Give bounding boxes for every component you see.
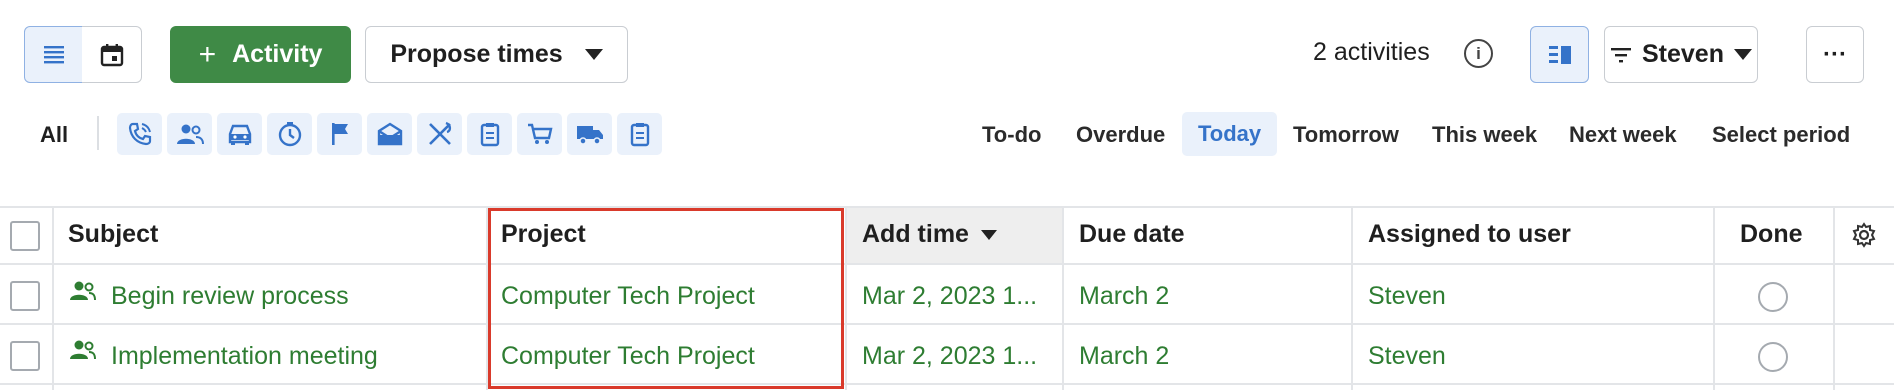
add-activity-button[interactable]: + Activity xyxy=(170,26,351,83)
period-todo[interactable]: To-do xyxy=(982,122,1041,148)
project-column-highlight xyxy=(488,208,844,389)
deadline-icon[interactable] xyxy=(267,113,312,155)
list-icon xyxy=(43,45,64,63)
propose-times-button[interactable]: Propose times xyxy=(365,26,628,83)
columns-icon xyxy=(1548,45,1571,64)
period-next-week[interactable]: Next week xyxy=(1569,122,1677,148)
select-all-checkbox[interactable] xyxy=(10,221,40,251)
table-border xyxy=(0,263,1894,265)
calendar-icon xyxy=(100,43,123,66)
email-icon[interactable] xyxy=(367,113,412,155)
activities-table: Subject Project Add time Due date Assign… xyxy=(0,206,1894,390)
flag-icon[interactable] xyxy=(317,113,362,155)
header-add-time-label: Add time xyxy=(862,220,969,248)
delivery-truck-icon[interactable] xyxy=(567,113,612,155)
plus-icon: + xyxy=(198,37,217,71)
more-options-button[interactable]: ··· xyxy=(1806,26,1864,83)
header-add-time[interactable]: Add time xyxy=(862,220,997,249)
user-filter-button[interactable]: Steven xyxy=(1604,26,1758,83)
add-time-value: Mar 2, 2023 1... xyxy=(862,342,1038,370)
row-checkbox[interactable] xyxy=(10,281,40,311)
header-assigned-user[interactable]: Assigned to user xyxy=(1368,220,1571,249)
meeting-icon xyxy=(70,339,96,366)
period-tomorrow[interactable]: Tomorrow xyxy=(1293,122,1399,148)
cart-icon[interactable] xyxy=(517,113,562,155)
assigned-user-link[interactable]: Steven xyxy=(1368,282,1446,311)
list-view-button[interactable] xyxy=(24,26,83,83)
done-toggle[interactable] xyxy=(1758,342,1788,372)
activity-count: 2 activities xyxy=(1313,38,1430,66)
meeting-icon xyxy=(70,280,96,307)
column-view-toggle[interactable] xyxy=(1530,26,1589,83)
propose-times-label: Propose times xyxy=(390,40,563,68)
meeting-icon[interactable] xyxy=(167,113,212,155)
filter-icon xyxy=(1611,47,1631,62)
header-done[interactable]: Done xyxy=(1740,220,1803,249)
info-icon[interactable]: i xyxy=(1464,39,1493,68)
subject-link[interactable]: Implementation meeting xyxy=(111,342,378,371)
assigned-user-link[interactable]: Steven xyxy=(1368,342,1446,371)
add-time-value: Mar 2, 2023 1... xyxy=(862,282,1038,310)
done-toggle[interactable] xyxy=(1758,282,1788,312)
column-divider xyxy=(1351,206,1353,390)
add-activity-label: Activity xyxy=(232,40,323,68)
period-overdue[interactable]: Overdue xyxy=(1076,122,1165,148)
caret-down-icon xyxy=(584,49,603,60)
subject-link[interactable]: Begin review process xyxy=(111,282,349,311)
caret-down-icon xyxy=(1733,49,1752,60)
lunch-icon[interactable] xyxy=(417,113,462,155)
period-today[interactable]: Today xyxy=(1182,112,1278,156)
period-this-week[interactable]: This week xyxy=(1432,122,1537,148)
filter-user-label: Steven xyxy=(1642,40,1724,68)
calendar-view-button[interactable] xyxy=(82,26,142,83)
divider xyxy=(97,116,99,150)
header-due-date[interactable]: Due date xyxy=(1079,220,1185,249)
task-clipboard-icon[interactable] xyxy=(467,113,512,155)
column-divider xyxy=(1713,206,1715,390)
table-border xyxy=(0,383,1894,385)
phone-call-icon[interactable] xyxy=(117,113,162,155)
header-subject[interactable]: Subject xyxy=(68,220,158,249)
due-date-value: March 2 xyxy=(1079,342,1170,370)
row-checkbox[interactable] xyxy=(10,341,40,371)
car-icon[interactable] xyxy=(217,113,262,155)
column-divider xyxy=(52,206,54,390)
filter-all[interactable]: All xyxy=(40,122,68,148)
clipboard-icon[interactable] xyxy=(617,113,662,155)
column-divider xyxy=(1062,206,1064,390)
more-icon: ··· xyxy=(1823,40,1847,68)
column-divider xyxy=(1833,206,1835,390)
period-select[interactable]: Select period xyxy=(1712,122,1850,148)
sort-desc-icon xyxy=(980,229,997,240)
due-date-value: March 2 xyxy=(1079,282,1170,310)
gear-icon[interactable] xyxy=(1851,222,1877,253)
table-border xyxy=(0,323,1894,325)
